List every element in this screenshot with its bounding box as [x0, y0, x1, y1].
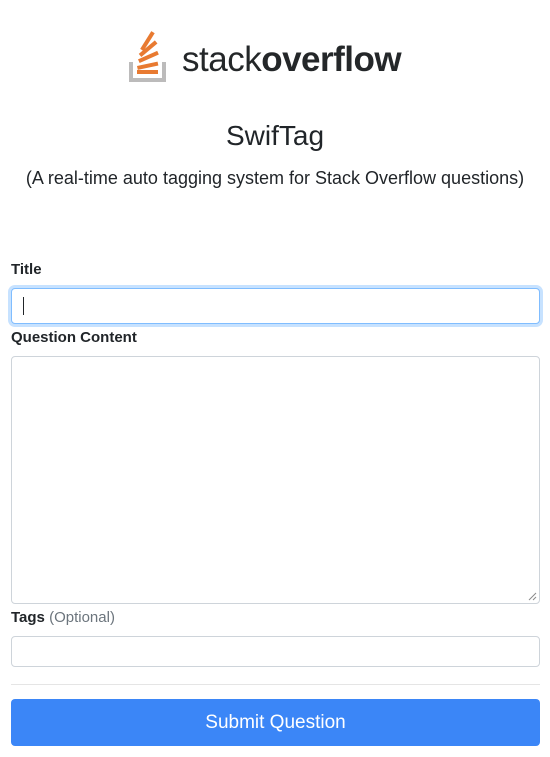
logo-word-stack: stack	[182, 39, 262, 79]
stackoverflow-logo: stackoverflow	[126, 26, 426, 84]
title-label: Title	[11, 261, 42, 278]
submit-question-button[interactable]: Submit Question	[11, 699, 540, 746]
tags-optional-hint: (Optional)	[49, 609, 115, 626]
question-content-textarea[interactable]	[11, 356, 540, 604]
app-subtitle: (A real-time auto tagging system for Sta…	[25, 168, 525, 188]
resize-grip-icon[interactable]	[528, 592, 537, 601]
text-caret	[23, 297, 24, 315]
logo-wordmark: stackoverflow	[182, 39, 402, 79]
question-content-label: Question Content	[11, 329, 137, 346]
tags-input[interactable]	[11, 636, 540, 667]
app-title: SwifTag	[225, 120, 325, 151]
tags-label: Tags (Optional)	[11, 609, 115, 626]
stackoverflow-logo-icon	[129, 31, 166, 82]
title-input[interactable]	[11, 288, 540, 324]
form-divider	[11, 684, 540, 685]
logo-word-overflow: overflow	[261, 39, 402, 79]
question-content-wrapper	[11, 356, 540, 604]
title-field-wrapper	[11, 288, 540, 324]
tags-label-text: Tags	[11, 609, 45, 626]
